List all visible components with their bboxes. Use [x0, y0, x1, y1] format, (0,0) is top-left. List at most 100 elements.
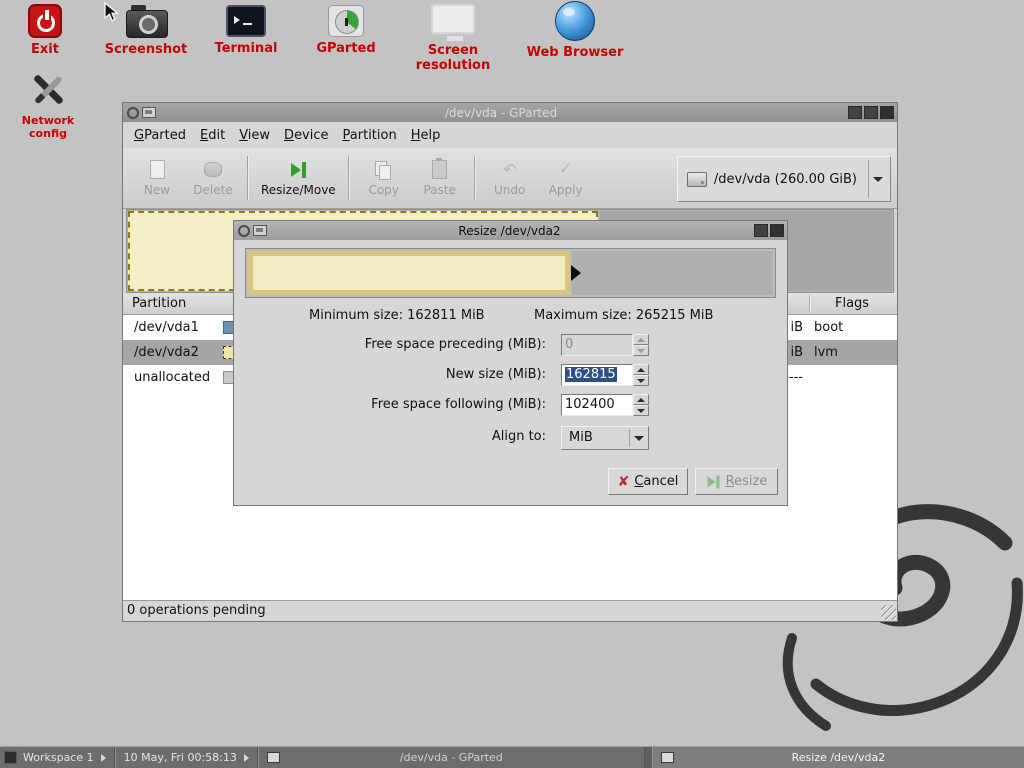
- disk-drive-icon: [687, 172, 707, 187]
- free-space-following-field[interactable]: 102400: [561, 394, 633, 416]
- column-header-partition[interactable]: Partition: [132, 293, 186, 314]
- arrow-up-icon: [637, 398, 645, 402]
- maximize-button[interactable]: [864, 106, 878, 119]
- toolbar-separator: [348, 156, 350, 200]
- dialog-titlebar[interactable]: Resize /dev/vda2: [234, 221, 787, 240]
- dialog-title: Resize /dev/vda2: [267, 224, 752, 238]
- globe-icon: [555, 1, 595, 41]
- desktop-icon-network-config[interactable]: Network config: [2, 70, 94, 140]
- icon-label: Screen resolution: [393, 43, 513, 73]
- terminal-icon: [226, 5, 266, 37]
- desktop-icon-exit[interactable]: Exit: [0, 4, 90, 57]
- resize-drag-handle-icon[interactable]: [571, 265, 581, 281]
- spin-up-button[interactable]: [633, 394, 649, 405]
- align-to-combobox[interactable]: MiB: [561, 426, 649, 450]
- new-button[interactable]: New: [129, 152, 185, 204]
- free-space-following-label: Free space following (MiB):: [371, 394, 546, 416]
- desktop-icon-screenshot[interactable]: Screenshot: [101, 2, 191, 57]
- resize-move-button[interactable]: Resize/Move: [255, 152, 342, 204]
- apply-check-icon: ✓: [559, 161, 573, 178]
- arrow-down-icon: [637, 409, 645, 413]
- gparted-titlebar[interactable]: /dev/vda - GParted: [123, 103, 897, 122]
- device-selector[interactable]: /dev/vda (260.00 GiB): [677, 156, 891, 202]
- maximize-button[interactable]: [754, 224, 768, 237]
- resize-widget-free-space: [572, 251, 773, 295]
- resize-dialog: Resize /dev/vda2 Minimum size: 162811 Mi…: [233, 220, 788, 506]
- resize-button[interactable]: Resize: [695, 468, 778, 495]
- copy-icon: [375, 161, 392, 179]
- menu-view[interactable]: View: [232, 124, 277, 147]
- column-header-flags[interactable]: Flags: [835, 293, 869, 314]
- column-divider: [809, 295, 811, 312]
- spin-up-button[interactable]: [633, 364, 649, 375]
- chevron-down-icon: [873, 177, 883, 182]
- minimum-size-label: Minimum size: 162811 MiB: [309, 308, 485, 323]
- taskbar-divider: [114, 747, 116, 768]
- dialog-body: Minimum size: 162811 MiB Maximum size: 2…: [234, 240, 787, 506]
- arrow-down-icon: [637, 349, 645, 353]
- arrow-up-icon: [637, 368, 645, 372]
- new-size-field[interactable]: 162815: [561, 364, 633, 386]
- resize-move-icon: [291, 162, 306, 178]
- desktop-icon-gparted[interactable]: GParted: [301, 5, 391, 56]
- delete-button[interactable]: Delete: [185, 152, 241, 204]
- clock[interactable]: 10 May, Fri 00:58:13: [124, 751, 237, 764]
- free-space-preceding-label: Free space preceding (MiB):: [365, 334, 546, 356]
- menu-partition[interactable]: Partition: [336, 124, 404, 147]
- workspace-label[interactable]: Workspace 1: [23, 751, 94, 764]
- cancel-button[interactable]: ✘ Cancel: [608, 468, 688, 495]
- free-space-preceding-field[interactable]: 0: [561, 334, 633, 356]
- resize-widget: [245, 248, 776, 298]
- arrow-down-icon: [637, 379, 645, 383]
- paste-icon: [432, 160, 447, 179]
- menu-gparted[interactable]: GParted: [127, 124, 193, 147]
- desktop-icon-terminal[interactable]: Terminal: [201, 5, 291, 56]
- resize-grip[interactable]: [881, 605, 896, 620]
- menubar: GParted Edit View Device Partition Help: [123, 122, 897, 148]
- tools-icon: [26, 70, 70, 110]
- window-title: /dev/vda - GParted: [156, 106, 846, 120]
- status-text: 0 operations pending: [127, 603, 266, 618]
- spin-down-button[interactable]: [633, 345, 649, 356]
- menu-edit[interactable]: Edit: [193, 124, 232, 147]
- taskbar-menu-icon[interactable]: [4, 751, 17, 764]
- task-button-gparted[interactable]: /dev/vda - GParted: [259, 747, 645, 768]
- close-button[interactable]: [770, 224, 784, 237]
- maximum-size-label: Maximum size: 265215 MiB: [534, 308, 713, 323]
- expander-arrow-icon[interactable]: [244, 754, 249, 762]
- icon-label: Screenshot: [101, 42, 191, 57]
- toolbar: New Delete Resize/Move Copy Paste: [123, 148, 897, 209]
- undo-button[interactable]: ↶ Undo: [482, 152, 538, 204]
- cancel-x-icon: ✘: [618, 475, 630, 489]
- new-partition-icon: [150, 160, 165, 179]
- toolbar-separator: [247, 156, 249, 200]
- spin-down-button[interactable]: [633, 405, 649, 416]
- iconify-button[interactable]: [848, 106, 862, 119]
- desktop-icon-web-browser[interactable]: Web Browser: [515, 1, 635, 60]
- task-button-resize-dialog[interactable]: Resize /dev/vda2: [652, 747, 1024, 768]
- power-icon: [28, 4, 62, 38]
- flags-value: boot: [814, 315, 843, 340]
- resize-widget-partition[interactable]: [248, 251, 570, 295]
- spin-up-button[interactable]: [633, 334, 649, 345]
- device-dropdown-button[interactable]: [868, 160, 887, 198]
- new-size-label: New size (MiB):: [446, 364, 546, 386]
- window-menu-icon[interactable]: [238, 225, 250, 237]
- spin-down-button[interactable]: [633, 375, 649, 386]
- menu-device[interactable]: Device: [277, 124, 335, 147]
- window-menu-icon[interactable]: [127, 107, 139, 119]
- close-button[interactable]: [880, 106, 894, 119]
- menu-help[interactable]: Help: [404, 124, 448, 147]
- desktop: Exit Screenshot Terminal GParted Screen …: [0, 0, 1024, 768]
- paste-button[interactable]: Paste: [412, 152, 468, 204]
- chevron-down-icon: [634, 436, 644, 441]
- desktop-icon-screen-resolution[interactable]: Screen resolution: [393, 4, 513, 73]
- apply-button[interactable]: ✓ Apply: [538, 152, 594, 204]
- undo-icon: ↶: [503, 162, 516, 178]
- copy-button[interactable]: Copy: [356, 152, 412, 204]
- window-icon: [267, 752, 280, 763]
- device-selector-value: /dev/vda (260.00 GiB): [714, 172, 857, 187]
- camera-icon: [126, 2, 166, 38]
- expander-arrow-icon[interactable]: [101, 754, 106, 762]
- combo-dropdown-button[interactable]: [629, 429, 648, 447]
